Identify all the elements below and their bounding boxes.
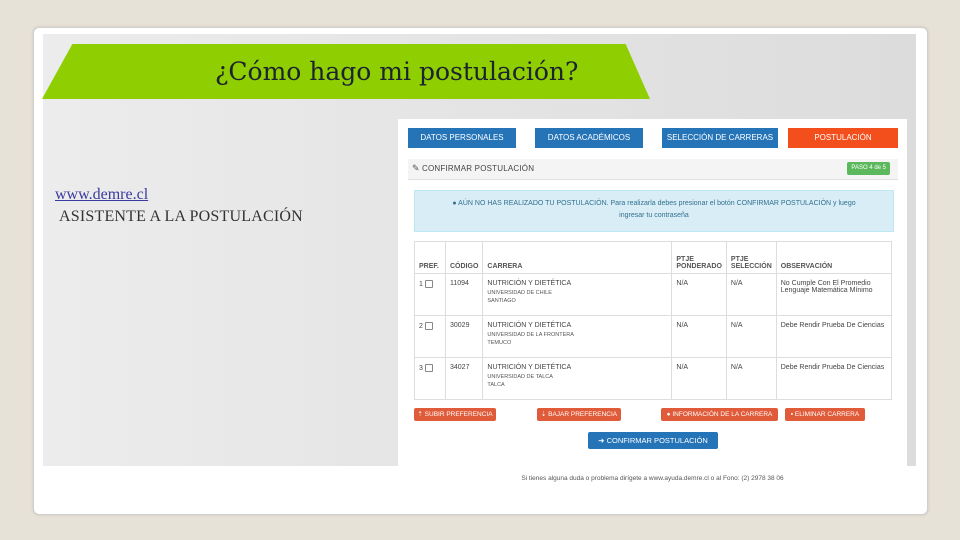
row-checkbox[interactable] xyxy=(424,364,433,372)
ponderado-cell: N/A xyxy=(671,315,727,358)
step-seleccion-carreras[interactable]: SELECCIÓN DE CARRERAS xyxy=(662,128,778,148)
header-ptje-ponderado: PTJE PONDERADO xyxy=(671,241,727,274)
header-codigo: CÓDIGO xyxy=(444,241,484,274)
arrow-right-icon: ➜ xyxy=(598,436,605,445)
demre-link[interactable]: www.demre.cl xyxy=(55,186,148,204)
alert-text-line2: ingresar tu contraseña xyxy=(619,212,689,219)
table-row[interactable]: 3 34027 NUTRICIÓN Y DIETÉTICA UNIVERSIDAD… xyxy=(414,357,893,400)
subir-label: SUBIR PREFERENCIA xyxy=(424,411,493,418)
universidad-name: UNIVERSIDAD DE LA FRONTERA xyxy=(487,332,574,338)
step-postulacion[interactable]: POSTULACIÓN xyxy=(788,128,898,148)
arrow-down-icon: ⇣ xyxy=(540,411,547,418)
seleccion-cell: N/A xyxy=(725,357,777,400)
step-bar: DATOS PERSONALES DATOS ACADÉMICOS SELECC… xyxy=(408,128,898,148)
informacion-carrera-button[interactable]: ● INFORMACIÓN DE LA CARRERA xyxy=(661,408,778,421)
observacion-cell: Debe Rendir Prueba De Ciencias xyxy=(775,357,893,400)
table-row[interactable]: 1 11094 NUTRICIÓN Y DIETÉTICA UNIVERSIDAD… xyxy=(414,273,893,316)
ciudad-name: SANTIAGO xyxy=(487,298,516,304)
step-datos-personales[interactable]: DATOS PERSONALES xyxy=(408,128,516,148)
bajar-preferencia-button[interactable]: ⇣ BAJAR PREFERENCIA xyxy=(537,408,621,421)
table-row[interactable]: 2 30029 NUTRICIÓN Y DIETÉTICA UNIVERSIDAD… xyxy=(414,315,893,358)
application-screenshot: DATOS PERSONALES DATOS ACADÉMICOS SELECC… xyxy=(398,119,907,492)
eliminar-label: ELIMINAR CARRERA xyxy=(794,411,860,418)
arrow-up-icon: ⇡ xyxy=(417,411,423,418)
carrera-name: NUTRICIÓN Y DIETÉTICA xyxy=(487,364,572,371)
header-observacion: OBSERVACIÓN xyxy=(775,241,893,274)
step-badge: PASO 4 de 5 xyxy=(847,162,890,175)
header-ptje-seleccion: PTJE SELECCIÓN xyxy=(725,241,777,274)
universidad-name: UNIVERSIDAD DE TALCA xyxy=(487,374,553,380)
row-checkbox[interactable] xyxy=(424,280,433,288)
seleccion-cell: N/A xyxy=(725,315,777,358)
eliminar-carrera-button[interactable]: ▪ ELIMINAR CARRERA xyxy=(785,408,865,421)
codigo-cell: 30029 xyxy=(444,315,484,358)
bajar-label: BAJAR PREFERENCIA xyxy=(548,411,618,418)
header-pref: PREF. xyxy=(414,241,446,274)
slide-subtitle: ASISTENTE A LA POSTULACIÓN xyxy=(59,208,303,225)
confirmar-postulacion-button[interactable]: ➜ CONFIRMAR POSTULACIÓN xyxy=(588,432,718,449)
subir-preferencia-button[interactable]: ⇡ SUBIR PREFERENCIA xyxy=(414,408,496,421)
step-datos-academicos[interactable]: DATOS ACADÉMICOS xyxy=(535,128,643,148)
info-icon: ● xyxy=(452,200,457,207)
help-footer: Si tienes alguna duda o problema diríget… xyxy=(521,475,784,482)
alert-text-line1: AÚN NO HAS REALIZADO TU POSTULACIÓN. Par… xyxy=(458,200,856,207)
carrera-name: NUTRICIÓN Y DIETÉTICA xyxy=(487,322,572,329)
pref-number: 1 xyxy=(419,280,423,288)
pref-number: 3 xyxy=(419,364,423,372)
table-header-row: PREF. CÓDIGO CARRERA PTJE PONDERADO PTJE… xyxy=(414,241,893,274)
panel-header: ✎ CONFIRMAR POSTULACIÓN PASO 4 de 5 xyxy=(408,159,898,180)
codigo-cell: 34027 xyxy=(444,357,484,400)
info-label: INFORMACIÓN DE LA CARRERA xyxy=(672,411,773,418)
observacion-cell: Debe Rendir Prueba De Ciencias xyxy=(775,315,893,358)
info-alert: ● AÚN NO HAS REALIZADO TU POSTULACIÓN. P… xyxy=(414,190,894,232)
ponderado-cell: N/A xyxy=(671,273,727,316)
header-carrera: CARRERA xyxy=(482,241,673,274)
observacion-cell: No Cumple Con El Promedio Lenguaje Matem… xyxy=(775,273,893,316)
ciudad-name: TEMUCO xyxy=(487,340,512,346)
ciudad-name: TALCA xyxy=(487,382,505,388)
carrera-name: NUTRICIÓN Y DIETÉTICA xyxy=(487,280,572,287)
panel-title: CONFIRMAR POSTULACIÓN xyxy=(422,164,535,173)
pref-number: 2 xyxy=(419,322,423,330)
edit-icon: ✎ xyxy=(412,163,420,173)
info-circle-icon: ● xyxy=(666,411,671,418)
confirmar-label: CONFIRMAR POSTULACIÓN xyxy=(606,436,708,445)
slide-title: ¿Cómo hago mi postulación? xyxy=(215,57,579,86)
seleccion-cell: N/A xyxy=(725,273,777,316)
codigo-cell: 11094 xyxy=(444,273,484,316)
row-checkbox[interactable] xyxy=(424,322,433,330)
preferences-table: PREF. CÓDIGO CARRERA PTJE PONDERADO PTJE… xyxy=(414,241,893,400)
ponderado-cell: N/A xyxy=(671,357,727,400)
universidad-name: UNIVERSIDAD DE CHILE xyxy=(487,290,552,296)
trash-icon: ▪ xyxy=(790,411,794,418)
